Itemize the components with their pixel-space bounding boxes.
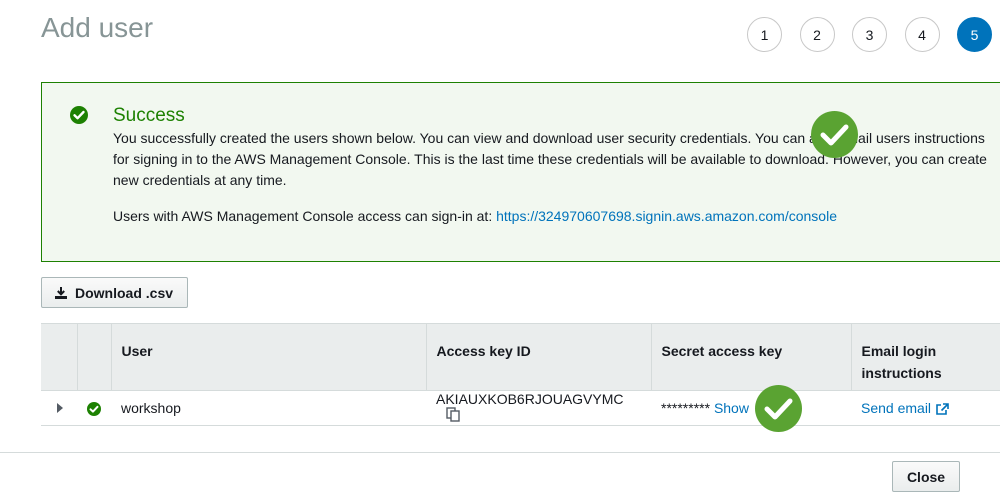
signin-info: Users with AWS Management Console access… xyxy=(113,207,837,225)
download-csv-label: Download .csv xyxy=(75,284,174,301)
close-button[interactable]: Close xyxy=(892,461,960,492)
alert-message: You successfully created the users shown… xyxy=(113,130,987,188)
email-cell: Send email xyxy=(851,390,1000,427)
success-alert: Success You successfully created the use… xyxy=(41,82,1000,262)
step-2[interactable]: 2 xyxy=(799,17,835,52)
status-cell xyxy=(77,390,111,427)
page-title: Add user xyxy=(41,12,154,43)
header-status xyxy=(76,323,111,391)
external-link-icon xyxy=(935,400,949,416)
header-secret-access-key[interactable]: Secret access key xyxy=(650,323,851,391)
expand-caret-icon[interactable] xyxy=(57,403,63,414)
success-check-icon xyxy=(70,106,88,124)
step-4[interactable]: 4 xyxy=(904,17,940,52)
users-table: User Access key ID Secret access key Ema… xyxy=(41,323,1000,427)
header-user[interactable]: User xyxy=(110,323,426,391)
wizard-steps: 1 2 3 4 5 xyxy=(747,17,1000,52)
secret-key-masked: ********* xyxy=(661,400,711,417)
show-secret-link[interactable]: Show xyxy=(714,400,749,416)
access-key-cell: AKIAUXKOB6RJOUAGVYMC xyxy=(426,390,651,427)
header-email-login[interactable]: Email login instructions xyxy=(850,323,1000,391)
table-header-row: User Access key ID Secret access key Ema… xyxy=(41,323,1000,391)
header-expand xyxy=(41,323,77,391)
step-5[interactable]: 5 xyxy=(957,17,992,52)
copy-icon[interactable] xyxy=(446,407,460,425)
checkmark-icon xyxy=(811,111,858,158)
secret-key-cell: ********* Show xyxy=(651,390,851,427)
signin-url-link[interactable]: https://324970607698.signin.aws.amazon.c… xyxy=(496,208,837,224)
expand-cell xyxy=(41,390,77,427)
step-3[interactable]: 3 xyxy=(852,17,887,52)
header-access-key-id[interactable]: Access key ID xyxy=(425,323,651,391)
download-csv-button[interactable]: Download .csv xyxy=(41,277,188,308)
checkmark-icon xyxy=(755,385,802,432)
signin-prefix: Users with AWS Management Console access… xyxy=(113,208,497,224)
alert-title: Success xyxy=(113,105,185,126)
step-1[interactable]: 1 xyxy=(747,17,782,52)
access-key-value: AKIAUXKOB6RJOUAGVYMC xyxy=(436,391,624,407)
table-row: workshop AKIAUXKOB6RJOUAGVYMC ********* … xyxy=(41,390,1000,427)
footer-divider xyxy=(0,452,1000,453)
user-cell: workshop xyxy=(111,390,426,427)
status-check-icon xyxy=(87,402,101,417)
download-icon xyxy=(54,286,68,300)
send-email-link[interactable]: Send email xyxy=(861,400,931,416)
